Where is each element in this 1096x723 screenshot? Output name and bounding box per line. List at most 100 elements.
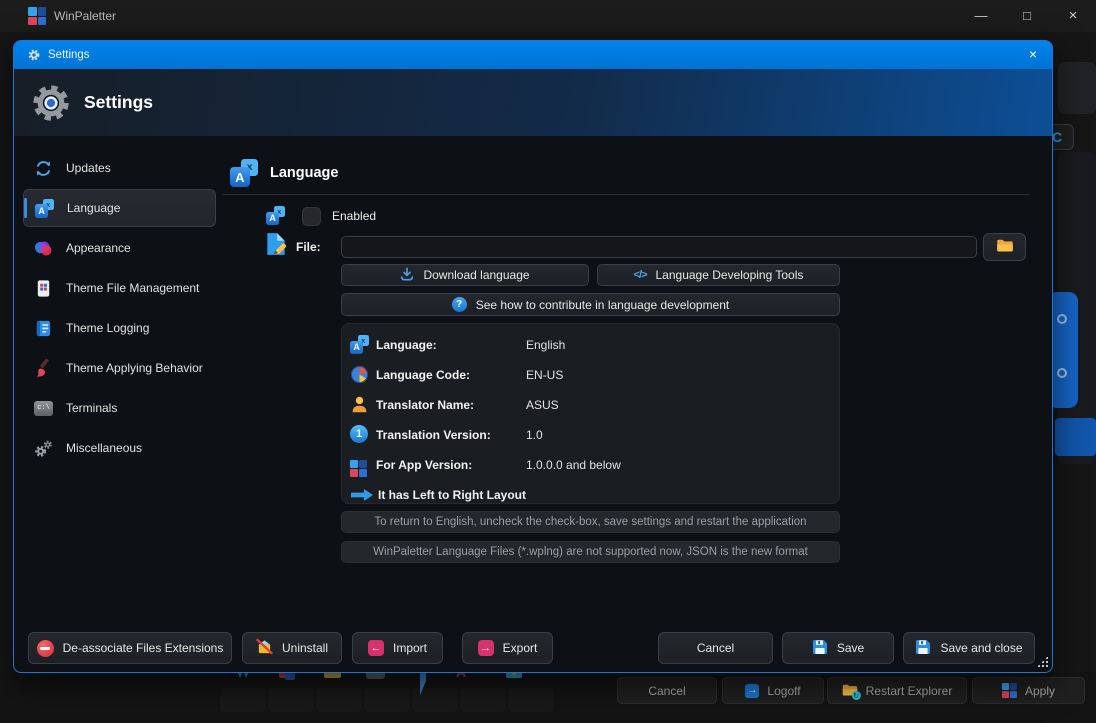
enabled-checkbox[interactable]: [302, 207, 321, 226]
export-button[interactable]: → Export: [462, 632, 553, 664]
info-row-app-version: For App Version: 1.0.0.0 and below: [342, 450, 839, 480]
info-row-language: xA Language: English: [342, 330, 839, 360]
download-language-button[interactable]: Download language: [341, 264, 589, 286]
dialog-close-button[interactable]: ×: [1022, 45, 1044, 65]
browse-file-button[interactable]: [983, 233, 1026, 261]
export-label: Export: [503, 641, 538, 655]
window-title: WinPaletter: [54, 0, 116, 32]
sidebar-item-label: Theme Applying Behavior: [66, 361, 203, 375]
folder-icon: [996, 239, 1014, 256]
sidebar-item-theme-file-management[interactable]: Theme File Management: [23, 269, 216, 307]
sidebar-item-miscellaneous[interactable]: Miscellaneous: [23, 429, 216, 467]
bg-logoff-button[interactable]: → Logoff: [722, 677, 824, 704]
question-icon: ?: [452, 297, 467, 312]
deassociate-files-extensions-button[interactable]: De-associate Files Extensions: [28, 632, 232, 664]
bg-apply-button[interactable]: Apply: [972, 677, 1085, 704]
logoff-icon: →: [745, 684, 759, 698]
bg-restart-explorer-label: Restart Explorer: [866, 684, 953, 698]
language-info-panel: xA Language: English Language Code: EN-U…: [341, 323, 840, 504]
sidebar-item-label: Miscellaneous: [66, 441, 142, 455]
winpaletter-logo-icon: [28, 7, 46, 25]
import-button[interactable]: ← Import: [352, 632, 443, 664]
uninstall-label: Uninstall: [282, 641, 328, 655]
info-value: ASUS: [526, 390, 559, 420]
save-button[interactable]: Save: [782, 632, 894, 664]
language-icon: xA: [350, 335, 369, 354]
sidebar-item-theme-applying-behavior[interactable]: Theme Applying Behavior: [23, 349, 216, 387]
deassociate-label: De-associate Files Extensions: [63, 641, 224, 655]
maximize-button[interactable]: □: [1012, 6, 1042, 26]
import-arrow-icon: ←: [368, 640, 384, 656]
info-label: Translator Name:: [376, 390, 474, 420]
info-label: Translation Version:: [376, 420, 491, 450]
save-label: Save: [837, 641, 864, 655]
sidebar-item-terminals[interactable]: c:\ Terminals: [23, 389, 216, 427]
uninstall-button[interactable]: Uninstall: [242, 632, 342, 664]
version-one-icon: 1: [350, 425, 369, 444]
code-icon: </>: [634, 269, 647, 281]
contribute-button[interactable]: ? See how to contribute in language deve…: [341, 293, 840, 316]
sidebar-item-language[interactable]: xA Language: [23, 189, 216, 227]
background-panel: [1058, 62, 1096, 114]
download-language-label: Download language: [423, 268, 529, 282]
sidebar-item-appearance[interactable]: Appearance: [23, 229, 216, 267]
download-icon: [400, 267, 414, 284]
enabled-label: Enabled: [332, 207, 376, 226]
close-button[interactable]: ×: [1058, 6, 1088, 26]
save-floppy-icon: [812, 639, 828, 658]
section-title: Language: [270, 158, 338, 188]
info-row-language-code: Language Code: EN-US: [342, 360, 839, 390]
language-icon: xA: [35, 199, 54, 218]
uninstall-icon: [256, 638, 273, 658]
settings-gear-icon: [30, 82, 72, 124]
info-label: Language:: [376, 330, 437, 360]
section-divider: [223, 194, 1029, 195]
person-icon: [350, 395, 369, 414]
info-row-translator-name: Translator Name: ASUS: [342, 390, 839, 420]
settings-dialog: Settings × Settings Updates xA Language: [13, 40, 1053, 673]
save-and-close-button[interactable]: Save and close: [903, 632, 1035, 664]
language-section-icon: xA: [230, 159, 258, 187]
cancel-button[interactable]: Cancel: [658, 632, 773, 664]
remove-icon: [37, 640, 54, 657]
note-return-to-english: To return to English, uncheck the check-…: [341, 511, 840, 533]
file-document-icon: [263, 231, 289, 262]
minimize-button[interactable]: —: [966, 6, 996, 26]
save-floppy-icon: [915, 639, 931, 658]
language-developing-tools-label: Language Developing Tools: [656, 268, 804, 282]
note-wplng-format: WinPaletter Language Files (*.wplng) are…: [341, 541, 840, 563]
info-label: For App Version:: [376, 450, 472, 480]
gear-icon: [27, 48, 41, 62]
info-label: Language Code:: [376, 360, 470, 390]
sidebar-item-updates[interactable]: Updates: [23, 149, 216, 187]
resize-grip[interactable]: [1037, 656, 1048, 667]
terminals-icon: c:\: [34, 399, 53, 418]
main-titlebar: WinPaletter — □ ×: [0, 0, 1096, 32]
file-path-input[interactable]: [341, 236, 977, 258]
note-text: WinPaletter Language Files (*.wplng) are…: [373, 546, 808, 558]
info-label: It has Left to Right Layout: [378, 480, 526, 510]
cancel-label: Cancel: [697, 641, 734, 655]
sidebar-item-label: Language: [67, 201, 120, 215]
apply-icon: [1002, 683, 1017, 698]
save-and-close-label: Save and close: [940, 641, 1022, 655]
restart-explorer-icon: ↻: [842, 684, 858, 697]
globe-icon: [350, 365, 369, 384]
sidebar-item-label: Updates: [66, 161, 111, 175]
language-developing-tools-button[interactable]: </> Language Developing Tools: [597, 264, 840, 286]
enabled-language-icon: xA: [266, 206, 285, 225]
winpaletter-window: WinPaletter — □ × C c:\ A Cancel → Logof…: [0, 0, 1096, 723]
import-label: Import: [393, 641, 427, 655]
appearance-icon: [34, 239, 53, 258]
info-value: English: [526, 330, 565, 360]
miscellaneous-icon: [34, 439, 53, 458]
theme-applying-behavior-icon: [34, 359, 53, 378]
sidebar-item-theme-logging[interactable]: Theme Logging: [23, 309, 216, 347]
file-label: File:: [296, 237, 321, 257]
info-value: 1.0.0.0 and below: [526, 450, 621, 480]
bg-restart-explorer-button[interactable]: ↻ Restart Explorer: [827, 677, 967, 704]
bg-cancel-button[interactable]: Cancel: [617, 677, 717, 704]
bg-cancel-label: Cancel: [648, 684, 685, 698]
info-row-translation-version: 1 Translation Version: 1.0: [342, 420, 839, 450]
info-row-layout-direction: It has Left to Right Layout: [342, 480, 839, 510]
